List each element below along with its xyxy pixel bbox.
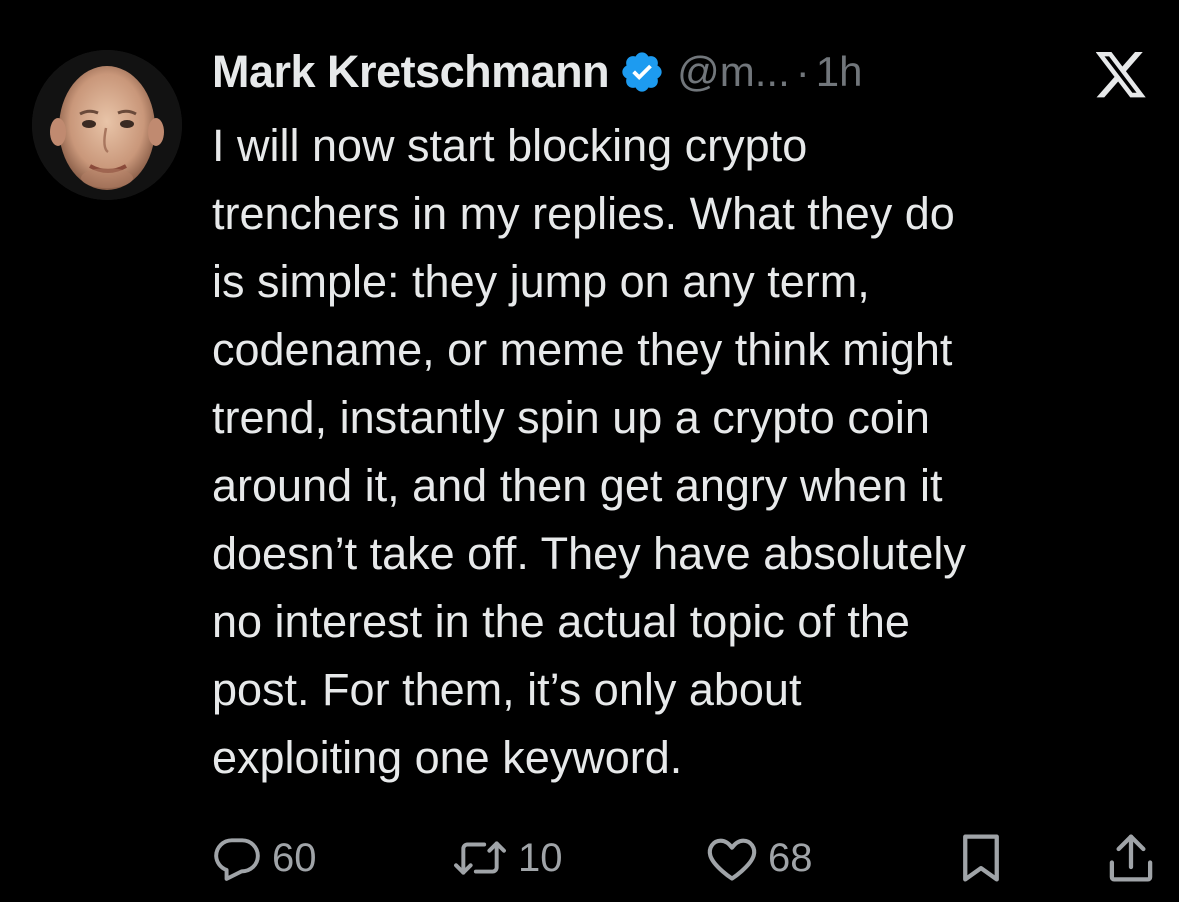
verified-badge-icon <box>619 49 665 95</box>
like-count: 68 <box>768 835 813 880</box>
post-header: Mark Kretschmann @m... · 1h <box>212 42 863 102</box>
repost-button[interactable]: 10 <box>452 828 563 888</box>
share-upload-icon <box>1106 831 1156 885</box>
reply-count: 60 <box>272 835 317 880</box>
share-button[interactable] <box>1106 828 1156 888</box>
author-name[interactable]: Mark Kretschmann <box>212 46 610 98</box>
avatar[interactable] <box>32 50 182 200</box>
post-timestamp[interactable]: 1h <box>816 48 863 96</box>
bookmark-button[interactable] <box>956 828 1006 888</box>
reply-button[interactable]: 60 <box>212 828 317 888</box>
action-bar: 60 10 68 <box>212 828 1153 888</box>
heart-icon <box>706 833 758 883</box>
repost-arrows-icon <box>452 833 508 883</box>
post-text: I will now start blocking crypto trenche… <box>212 120 966 783</box>
repost-count: 10 <box>518 835 563 880</box>
bookmark-icon <box>956 831 1006 885</box>
separator-dot: · <box>795 48 810 95</box>
reply-bubble-icon <box>212 833 262 883</box>
x-logo-icon <box>1095 52 1148 98</box>
like-button[interactable]: 68 <box>706 828 813 888</box>
tweet: Mark Kretschmann @m... · 1h I will now s… <box>0 0 1179 902</box>
author-handle[interactable]: @m... <box>677 48 790 96</box>
